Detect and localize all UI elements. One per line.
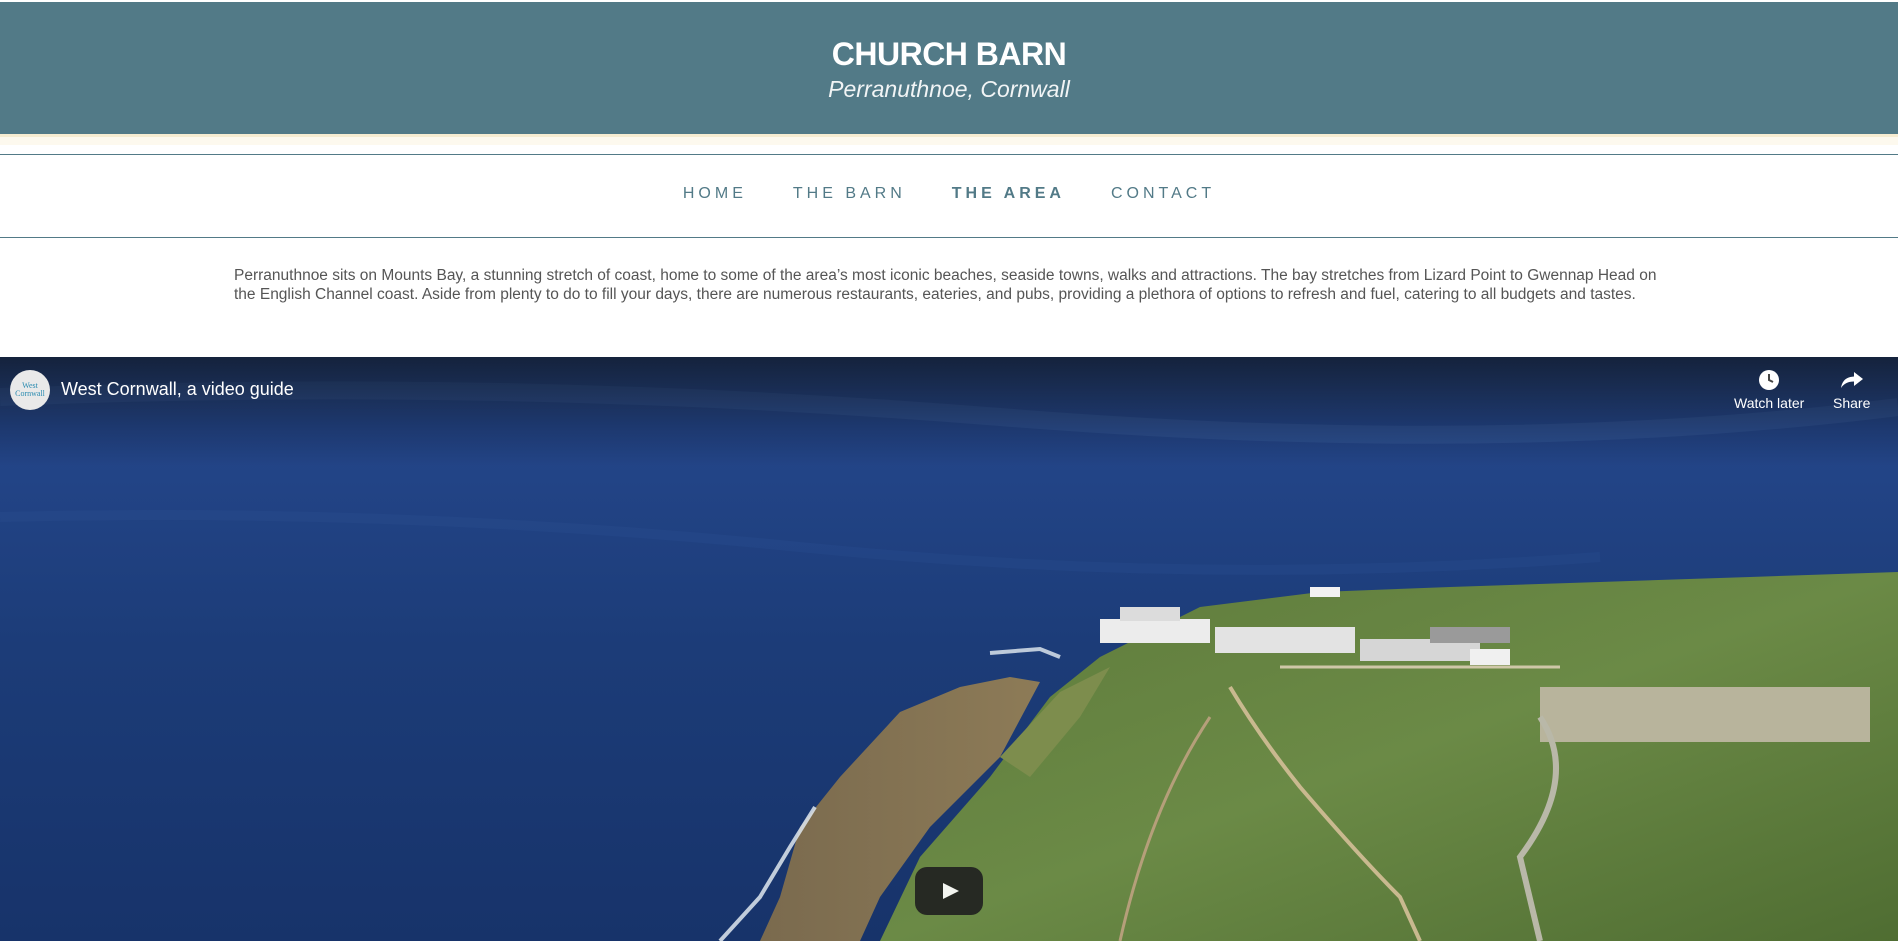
- main-nav: HOME THE BARN THE AREA CONTACT: [0, 154, 1898, 238]
- share-label: Share: [1833, 395, 1871, 411]
- share-arrow-icon: [1840, 372, 1863, 388]
- watch-later-button[interactable]: Watch later: [1734, 369, 1804, 411]
- channel-avatar[interactable]: West Cornwall: [10, 370, 50, 410]
- nav-item-the-area[interactable]: THE AREA: [952, 185, 1065, 203]
- site-header: CHURCH BARN Perranuthnoe, Cornwall: [0, 2, 1898, 134]
- share-button[interactable]: Share: [1833, 369, 1870, 411]
- nav-item-the-barn[interactable]: THE BARN: [793, 185, 906, 203]
- site-title[interactable]: CHURCH BARN: [0, 36, 1898, 73]
- channel-logo-line2: Cornwall: [15, 389, 45, 398]
- play-button[interactable]: [915, 867, 983, 915]
- header-stripe-light: [0, 137, 1898, 145]
- video-player[interactable]: West Cornwall West Cornwall, a video gui…: [0, 357, 1898, 941]
- channel-logo-text: West Cornwall: [10, 382, 50, 398]
- site-subtitle: Perranuthnoe, Cornwall: [828, 76, 1070, 102]
- nav-item-home[interactable]: HOME: [683, 185, 747, 203]
- intro-paragraph: Perranuthnoe sits on Mounts Bay, a stunn…: [234, 267, 1657, 303]
- clock-icon: [1759, 370, 1780, 390]
- nav-item-contact[interactable]: CONTACT: [1111, 185, 1215, 203]
- video-title[interactable]: West Cornwall, a video guide: [61, 379, 294, 400]
- video-topbar: [0, 357, 1898, 467]
- play-icon: [943, 883, 959, 899]
- watch-later-label: Watch later: [1734, 395, 1805, 411]
